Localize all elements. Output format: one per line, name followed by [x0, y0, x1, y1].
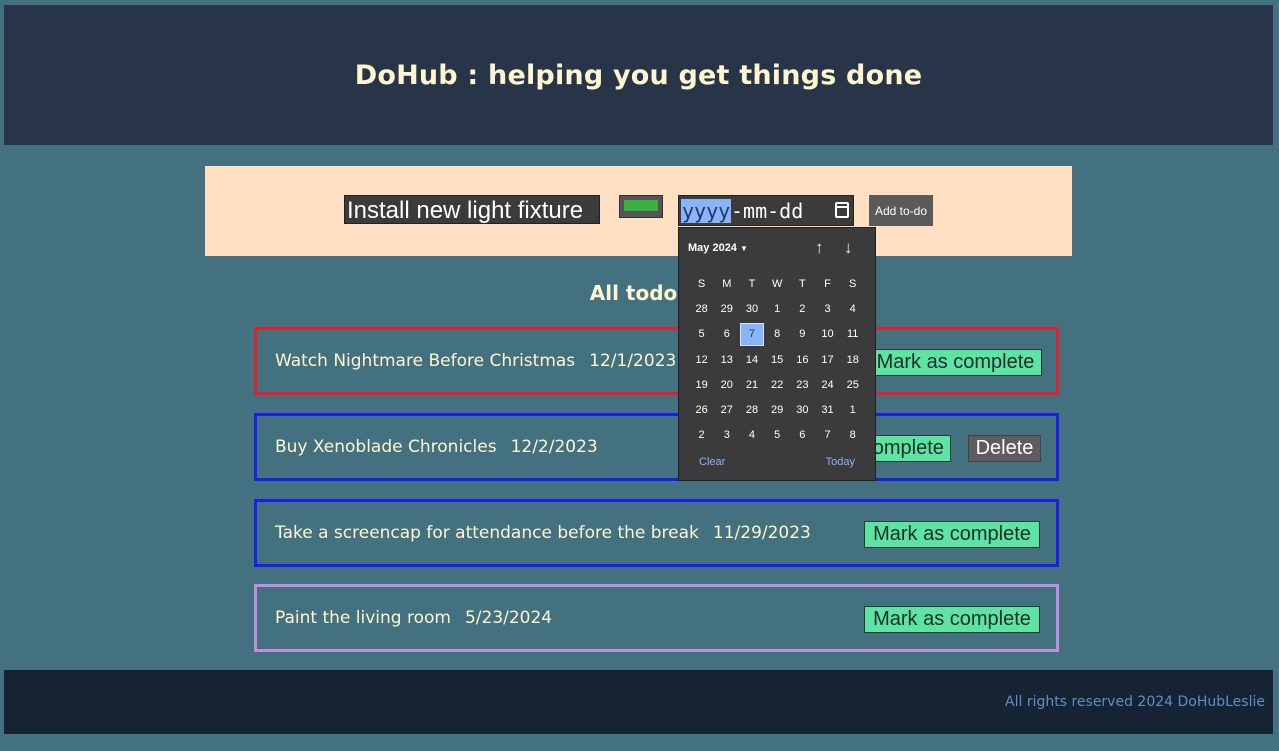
today-button[interactable]: Today: [826, 456, 855, 468]
calendar-day[interactable]: 19: [689, 372, 714, 397]
mark-complete-button[interactable]: Mark as complete: [869, 349, 1042, 376]
todo-due-date: 12/1/2023: [589, 351, 677, 371]
clear-date-button[interactable]: Clear: [699, 456, 725, 468]
calendar-day[interactable]: 28: [689, 296, 714, 321]
arrow-down-icon[interactable]: ↓: [844, 238, 853, 258]
list-title: All todos: [589, 281, 690, 305]
calendar-day[interactable]: 4: [840, 296, 865, 321]
calendar-day[interactable]: 25: [840, 372, 865, 397]
calendar-day[interactable]: 6: [790, 423, 815, 448]
calendar-day[interactable]: 14: [739, 347, 764, 372]
todo-due-date: 12/2/2023: [510, 437, 598, 457]
todo-item: Watch Nightmare Before Christmas 12/1/202…: [254, 327, 1059, 395]
month-selector[interactable]: May 2024 ▼: [688, 242, 748, 254]
calendar-day[interactable]: 30: [739, 296, 764, 321]
calendar-day[interactable]: 17: [815, 347, 840, 372]
calendar-icon[interactable]: [835, 202, 849, 218]
calendar-day[interactable]: 20: [714, 372, 739, 397]
copyright-text: All rights reserved 2024 DoHubLeslie: [1005, 694, 1265, 710]
calendar-day[interactable]: 5: [689, 322, 714, 347]
calendar-day[interactable]: 27: [714, 397, 739, 422]
calendar-day[interactable]: 28: [739, 397, 764, 422]
calendar-day[interactable]: 31: [815, 397, 840, 422]
calendar-day[interactable]: 5: [765, 423, 790, 448]
page-footer: All rights reserved 2024 DoHubLeslie: [4, 670, 1273, 734]
calendar-day[interactable]: 18: [840, 347, 865, 372]
month-label: May 2024: [688, 242, 737, 254]
calendar-day[interactable]: 12: [689, 347, 714, 372]
calendar-day[interactable]: 29: [765, 397, 790, 422]
color-swatch-fill: [624, 200, 658, 211]
weekday-label: S: [849, 277, 857, 290]
weekday-label: W: [771, 277, 783, 290]
weekday-label: S: [697, 277, 706, 290]
calendar-day[interactable]: 11: [840, 322, 865, 347]
calendar-day[interactable]: 8: [765, 322, 790, 347]
weekday-label: F: [824, 277, 831, 290]
calendar-day[interactable]: 10: [815, 322, 840, 347]
todo-due-date: 5/23/2024: [464, 608, 553, 628]
todo-title: Take a screencap for attendance before t…: [275, 523, 699, 543]
calendar-day[interactable]: 2: [689, 423, 714, 448]
weekday-label: T: [748, 277, 756, 290]
date-month-day-segment[interactable]: -mm-dd: [731, 199, 803, 223]
todo-title-input[interactable]: Install new light fixture: [344, 195, 600, 224]
mark-complete-button[interactable]: Mark as complete: [864, 521, 1040, 548]
calendar-day[interactable]: 3: [714, 423, 739, 448]
calendar-day[interactable]: 29: [714, 296, 739, 321]
calendar-day[interactable]: 30: [790, 397, 815, 422]
date-picker-popup: May 2024 ▼ ↑ ↓ S M T W T F S 28 29 30 1 2 3 4 5 6 7 8 9 10 1…: [678, 227, 876, 481]
calendar-day[interactable]: 23: [790, 372, 815, 397]
calendar-day[interactable]: 6: [714, 322, 739, 347]
app-title: DoHub : helping you get things done: [354, 59, 923, 91]
due-date-input[interactable]: yyyy -mm-dd: [678, 195, 854, 226]
color-picker-input[interactable]: [619, 195, 663, 218]
calendar-day[interactable]: 1: [840, 397, 865, 422]
todo-due-date: 11/29/2023: [712, 523, 811, 543]
calendar-day[interactable]: 7: [815, 423, 840, 448]
calendar-day[interactable]: 2: [790, 296, 815, 321]
calendar-grid: S M T W T F S 28 29 30 1 2 3 4 5 6 7 8 9 10 11 12 13 14 15 16 17 18…: [689, 271, 867, 448]
calendar-day[interactable]: 13: [714, 347, 739, 372]
delete-button[interactable]: Delete: [968, 435, 1041, 462]
todo-title: Buy Xenoblade Chronicles: [275, 437, 497, 457]
app-header: DoHub : helping you get things done: [4, 5, 1273, 145]
caret-down-icon: ▼: [740, 244, 748, 253]
weekday-label: M: [722, 277, 732, 290]
calendar-day[interactable]: 16: [790, 347, 815, 372]
mark-complete-button[interactable]: Mark as complete: [864, 606, 1040, 633]
calendar-day[interactable]: 1: [765, 296, 790, 321]
calendar-day[interactable]: 8: [840, 423, 865, 448]
calendar-day[interactable]: 4: [739, 423, 764, 448]
weekday-label: T: [798, 277, 806, 290]
arrow-up-icon[interactable]: ↑: [815, 238, 824, 258]
todo-item: Paint the living room 5/23/2024 Mark as c…: [254, 584, 1059, 652]
calendar-day-selected[interactable]: 7: [740, 322, 764, 346]
add-todo-button[interactable]: Add to-do: [869, 195, 933, 226]
todo-item: Take a screencap for attendance before t…: [254, 499, 1059, 567]
todo-item: Buy Xenoblade Chronicles12/2/2023 Mark a…: [254, 413, 1059, 481]
date-year-segment[interactable]: yyyy: [681, 199, 732, 223]
todo-title: Watch Nightmare Before Christmas: [275, 351, 576, 371]
calendar-day[interactable]: 15: [765, 347, 790, 372]
calendar-day[interactable]: 24: [815, 372, 840, 397]
calendar-day[interactable]: 22: [765, 372, 790, 397]
todo-title: Paint the living room: [275, 608, 451, 628]
calendar-day[interactable]: 21: [739, 372, 764, 397]
calendar-day[interactable]: 9: [790, 322, 815, 347]
calendar-day[interactable]: 26: [689, 397, 714, 422]
calendar-day[interactable]: 3: [815, 296, 840, 321]
